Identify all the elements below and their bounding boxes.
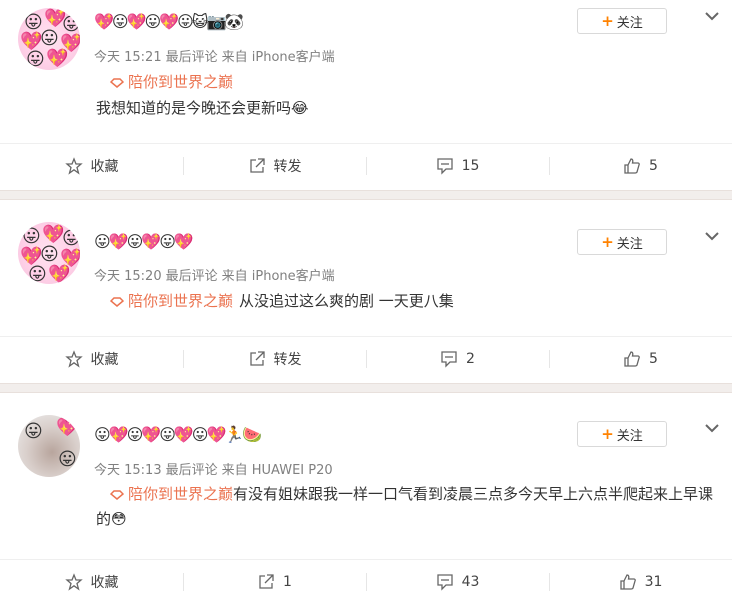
comment-text: 从没追过这么爽的剧 一天更八集 [239, 292, 454, 310]
share-icon [249, 158, 265, 173]
topic-link[interactable]: 陪你到世界之巅 [128, 292, 233, 310]
comment-icon [441, 351, 457, 368]
comment-card: 😛 💖 😛 😛💖😛💖😛💖😛💖🏃🍉 + 关注 今天 15:13 最后评论 来自 HUAWE… [0, 393, 732, 603]
follow-button[interactable]: + 关注 [577, 229, 667, 255]
repost-button[interactable]: 转发 [183, 144, 366, 188]
chevron-down-icon[interactable] [702, 226, 722, 246]
like-button[interactable]: 5 [549, 337, 732, 381]
post-meta: 今天 15:20 最后评论 来自 iPhone客户端 [94, 265, 339, 284]
comment-button[interactable]: 2 [366, 337, 549, 381]
meta-label: 最后评论 [165, 463, 218, 478]
source: 来自 HUAWEI P20 [221, 463, 333, 478]
comment-icon [436, 574, 453, 591]
thumbs-up-icon [624, 351, 640, 367]
meta-label: 最后评论 [165, 269, 218, 284]
follow-button[interactable]: + 关注 [577, 421, 667, 447]
comment-card: 😛 💖 😛 💖 😛 💖 😛 💖 💖😛💖😛💖😛😺📷🐼 + 关注 今天 15:21 最后评论 来自 … [0, 0, 732, 190]
divider [0, 190, 732, 200]
timestamp: 今天 15:13 [94, 463, 162, 478]
post-meta: 今天 15:21 最后评论 来自 iPhone客户端 [94, 46, 339, 65]
thumbs-up-icon [624, 158, 640, 174]
chevron-down-icon[interactable] [702, 6, 722, 26]
action-bar: 收藏 转发 15 5 [0, 143, 732, 188]
comment-button[interactable]: 43 [366, 560, 549, 604]
topic-link[interactable]: 陪你到世界之巅 [128, 485, 233, 503]
divider [0, 383, 732, 393]
share-icon [249, 351, 265, 366]
like-button[interactable]: 5 [549, 144, 732, 188]
action-bar: 收藏 1 43 31 [0, 559, 732, 604]
comment-icon [436, 158, 453, 175]
action-bar: 收藏 转发 2 5 [0, 336, 732, 381]
plus-icon: + [601, 425, 614, 443]
nickname[interactable]: 💖😛💖😛💖😛😺📷🐼 [94, 12, 244, 32]
favorite-button[interactable]: 收藏 [0, 144, 183, 188]
topic-diamond-icon [110, 489, 124, 500]
plus-icon: + [601, 12, 614, 30]
topic-diamond-icon [110, 296, 124, 307]
avatar[interactable]: 😛 💖 😛 💖 😛 💖 😛 💖 [18, 222, 80, 284]
favorite-button[interactable]: 收藏 [0, 337, 183, 381]
source: 来自 iPhone客户端 [221, 269, 335, 284]
star-icon [64, 157, 83, 175]
avatar[interactable]: 😛 💖 😛 💖 😛 💖 😛 💖 [18, 8, 80, 70]
chevron-down-icon[interactable] [702, 418, 722, 438]
favorite-button[interactable]: 收藏 [0, 560, 183, 604]
like-button[interactable]: 31 [549, 560, 732, 604]
repost-button[interactable]: 转发 [183, 337, 366, 381]
star-icon [64, 573, 83, 591]
comment-feed: 😛 💖 😛 💖 😛 💖 😛 💖 💖😛💖😛💖😛😺📷🐼 + 关注 今天 15:21 最后评论 来自 … [0, 0, 732, 603]
repost-button[interactable]: 1 [183, 560, 366, 604]
post-meta: 今天 15:13 最后评论 来自 HUAWEI P20 [94, 459, 337, 478]
share-icon [259, 574, 274, 589]
star-icon [64, 350, 83, 368]
thumbs-up-icon [619, 574, 636, 590]
comment-button[interactable]: 15 [366, 144, 549, 188]
nickname[interactable]: 😛💖😛💖😛💖😛💖🏃🍉 [94, 425, 262, 445]
follow-button[interactable]: + 关注 [577, 8, 667, 34]
comment-text: 我想知道的是今晚还会更新吗😂 [96, 99, 309, 117]
topic-diamond-icon [110, 77, 124, 88]
meta-label: 最后评论 [165, 50, 218, 65]
source: 来自 iPhone客户端 [221, 50, 335, 65]
timestamp: 今天 15:21 [94, 50, 162, 65]
comment-content: 陪你到世界之巅 从没追过这么爽的剧 一天更八集 [96, 289, 716, 313]
comment-content: 陪你到世界之巅 我想知道的是今晚还会更新吗😂 [96, 70, 716, 120]
comment-card: 😛 💖 😛 💖 😛 💖 😛 💖 😛💖😛💖😛💖 + 关注 今天 15:20 最后评论 来自 iPh… [0, 200, 732, 383]
plus-icon: + [601, 233, 614, 251]
timestamp: 今天 15:20 [94, 269, 162, 284]
comment-content: 陪你到世界之巅有没有姐妹跟我一样一口气看到凌晨三点多今天早上六点半爬起来上早课的… [96, 482, 716, 532]
topic-link[interactable]: 陪你到世界之巅 [128, 73, 233, 91]
avatar[interactable]: 😛 💖 😛 [18, 415, 80, 477]
nickname[interactable]: 😛💖😛💖😛💖 [94, 232, 194, 252]
